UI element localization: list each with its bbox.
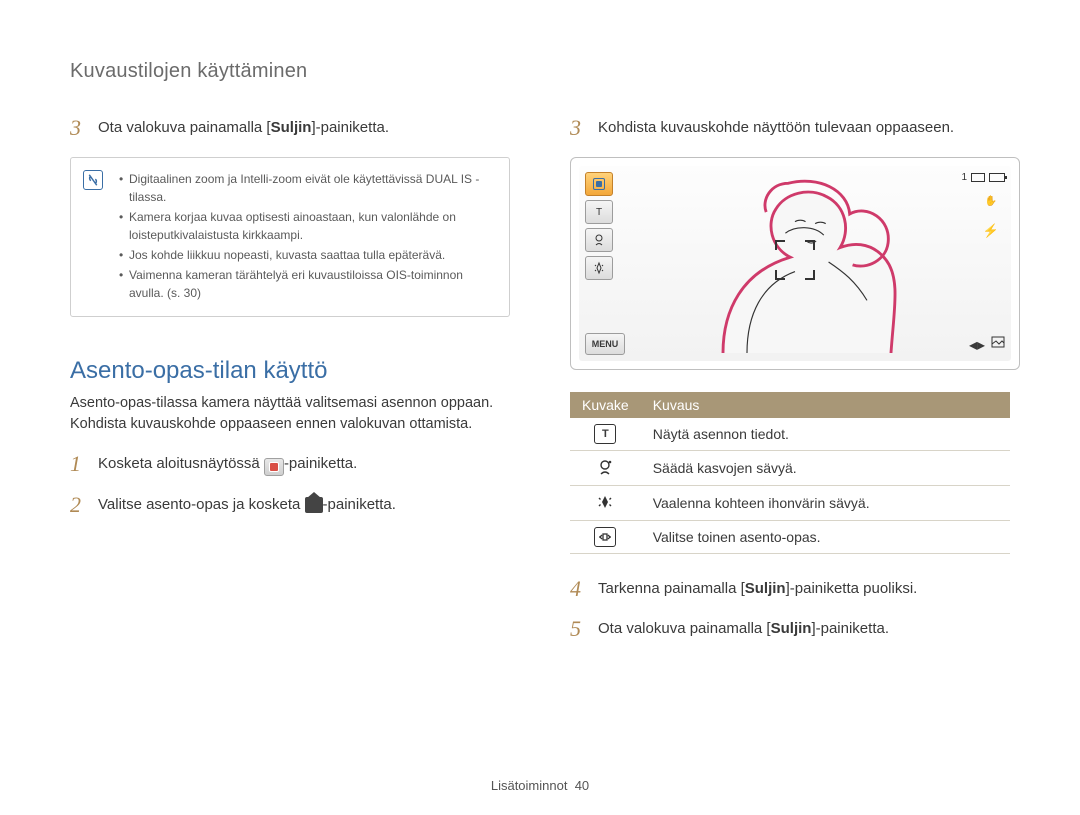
right-step-3: 3 Kohdista kuvauskohde näyttöön tulevaan… <box>570 117 1010 139</box>
step-number: 1 <box>70 453 86 475</box>
step-number: 4 <box>570 578 586 600</box>
right-step-4: 4 Tarkenna painamalla [Suljin]-painikett… <box>570 578 1010 600</box>
right-step-5: 5 Ota valokuva painamalla [Suljin]-paini… <box>570 618 1010 640</box>
camera-screen: T 1 ✋ ⚡ MENU <box>579 166 1011 361</box>
table-row: Säädä kasvojen sävyä. <box>570 451 1010 486</box>
prev-pose-button[interactable]: ◂▸ <box>969 335 985 355</box>
col-header-desc: Kuvaus <box>641 392 1010 418</box>
battery-icon <box>989 173 1005 182</box>
text-run: ]-painiketta. <box>811 620 889 637</box>
table-row: Vaalenna kohteen ihonvärin sävyä. <box>570 486 1010 521</box>
cell-desc: Vaalenna kohteen ihonvärin sävyä. <box>641 486 1010 521</box>
col-header-icon: Kuvake <box>570 392 641 418</box>
note-item: Digitaalinen zoom ja Intelli-zoom eivät … <box>119 170 495 206</box>
step-text: Ota valokuva painamalla [Suljin]-painike… <box>98 117 389 138</box>
camera-right-indicators: 1 ✋ ⚡ <box>961 172 1005 243</box>
pose-select-icon <box>594 527 616 547</box>
camera-bottom-row: MENU ◂▸ <box>585 333 1005 355</box>
text-run: Ota valokuva painamalla [ <box>98 119 271 136</box>
text-run: -painiketta. <box>284 455 357 472</box>
bold-run: Suljin <box>771 620 812 637</box>
left-step-1: 1 Kosketa aloitusnäytössä -painiketta. <box>70 453 510 476</box>
step-text: Valitse asento-opas ja kosketa -painiket… <box>98 494 396 515</box>
cell-desc: Näytä asennon tiedot. <box>641 418 1010 451</box>
text-run: Tarkenna painamalla [ <box>598 580 745 597</box>
note-box: Digitaalinen zoom ja Intelli-zoom eivät … <box>70 157 510 317</box>
table-header-row: Kuvake Kuvaus <box>570 392 1010 418</box>
face-tone-button[interactable] <box>585 228 613 252</box>
shot-count: 1 <box>961 172 967 183</box>
step-number: 3 <box>70 117 86 139</box>
status-bar: 1 <box>961 172 1005 183</box>
step-text: Kosketa aloitusnäytössä -painiketta. <box>98 453 357 476</box>
hand-icon: ✋ <box>977 189 1005 213</box>
text-run: -painiketta. <box>323 496 396 513</box>
page-section-header: Kuvaustilojen käyttäminen <box>70 60 1010 83</box>
cell-desc: Säädä kasvojen sävyä. <box>641 451 1010 486</box>
section-title: Asento-opas-tilan käyttö <box>70 357 510 385</box>
face-tone-icon <box>594 457 616 477</box>
text-run: Ota valokuva painamalla [ <box>598 620 771 637</box>
cell-desc: Valitse toinen asento-opas. <box>641 521 1010 554</box>
note-item: Jos kohde liikkuu nopeasti, kuvasta saat… <box>119 246 495 264</box>
camera-display: T 1 ✋ ⚡ MENU <box>570 157 1020 370</box>
step-text: Ota valokuva painamalla [Suljin]-painike… <box>598 618 889 639</box>
text-run: ]-painiketta. <box>311 119 389 136</box>
left-step-3: 3 Ota valokuva painamalla [Suljin]-paini… <box>70 117 510 139</box>
bold-run: Suljin <box>271 119 312 136</box>
step-number: 3 <box>570 117 586 139</box>
note-list: Digitaalinen zoom ja Intelli-zoom eivät … <box>119 170 495 302</box>
step-text: Tarkenna painamalla [Suljin]-painiketta … <box>598 578 917 599</box>
text-run: Valitse asento-opas ja kosketa <box>98 496 305 513</box>
card-icon <box>971 173 985 182</box>
gallery-button[interactable] <box>991 335 1005 355</box>
text-run: Kosketa aloitusnäytössä <box>98 455 264 472</box>
note-icon <box>83 170 103 190</box>
section-description: Asento-opas-tilassa kamera näyttää valit… <box>70 393 510 435</box>
menu-button[interactable]: MENU <box>585 333 625 355</box>
step-text: Kohdista kuvauskohde näyttöön tulevaan o… <box>598 117 954 138</box>
left-step-2: 2 Valitse asento-opas ja kosketa -painik… <box>70 494 510 516</box>
left-column: 3 Ota valokuva painamalla [Suljin]-paini… <box>70 117 510 658</box>
note-item: Kamera korjaa kuvaa optisesti ainoastaan… <box>119 208 495 244</box>
page-number: 40 <box>575 778 589 793</box>
right-column: 3 Kohdista kuvauskohde näyttöön tulevaan… <box>570 117 1010 658</box>
note-item: Vaimenna kameran tärähtelyä eri kuvausti… <box>119 266 495 302</box>
footer-label: Lisätoiminnot <box>491 778 568 793</box>
flash-icon: ⚡ <box>977 219 1005 243</box>
skin-tone-button[interactable] <box>585 256 613 280</box>
pose-mode-button[interactable] <box>585 172 613 196</box>
bold-run: Suljin <box>745 580 786 597</box>
camera-left-buttons: T <box>585 172 613 280</box>
step-number: 2 <box>70 494 86 516</box>
icon-description-table: Kuvake Kuvaus T Näytä asennon tiedot. Sä… <box>570 392 1010 554</box>
step-number: 5 <box>570 618 586 640</box>
skin-lighten-icon <box>594 492 616 512</box>
home-icon <box>305 497 323 513</box>
table-row: Valitse toinen asento-opas. <box>570 521 1010 554</box>
table-row: T Näytä asennon tiedot. <box>570 418 1010 451</box>
content-columns: 3 Ota valokuva painamalla [Suljin]-paini… <box>70 117 1010 658</box>
info-t-icon: T <box>594 424 616 444</box>
page-footer: Lisätoiminnot 40 <box>0 778 1080 793</box>
info-button[interactable]: T <box>585 200 613 224</box>
focus-brackets <box>775 240 815 280</box>
text-run: ]-painiketta puoliksi. <box>786 580 918 597</box>
pose-guide-mode-icon <box>264 458 284 476</box>
